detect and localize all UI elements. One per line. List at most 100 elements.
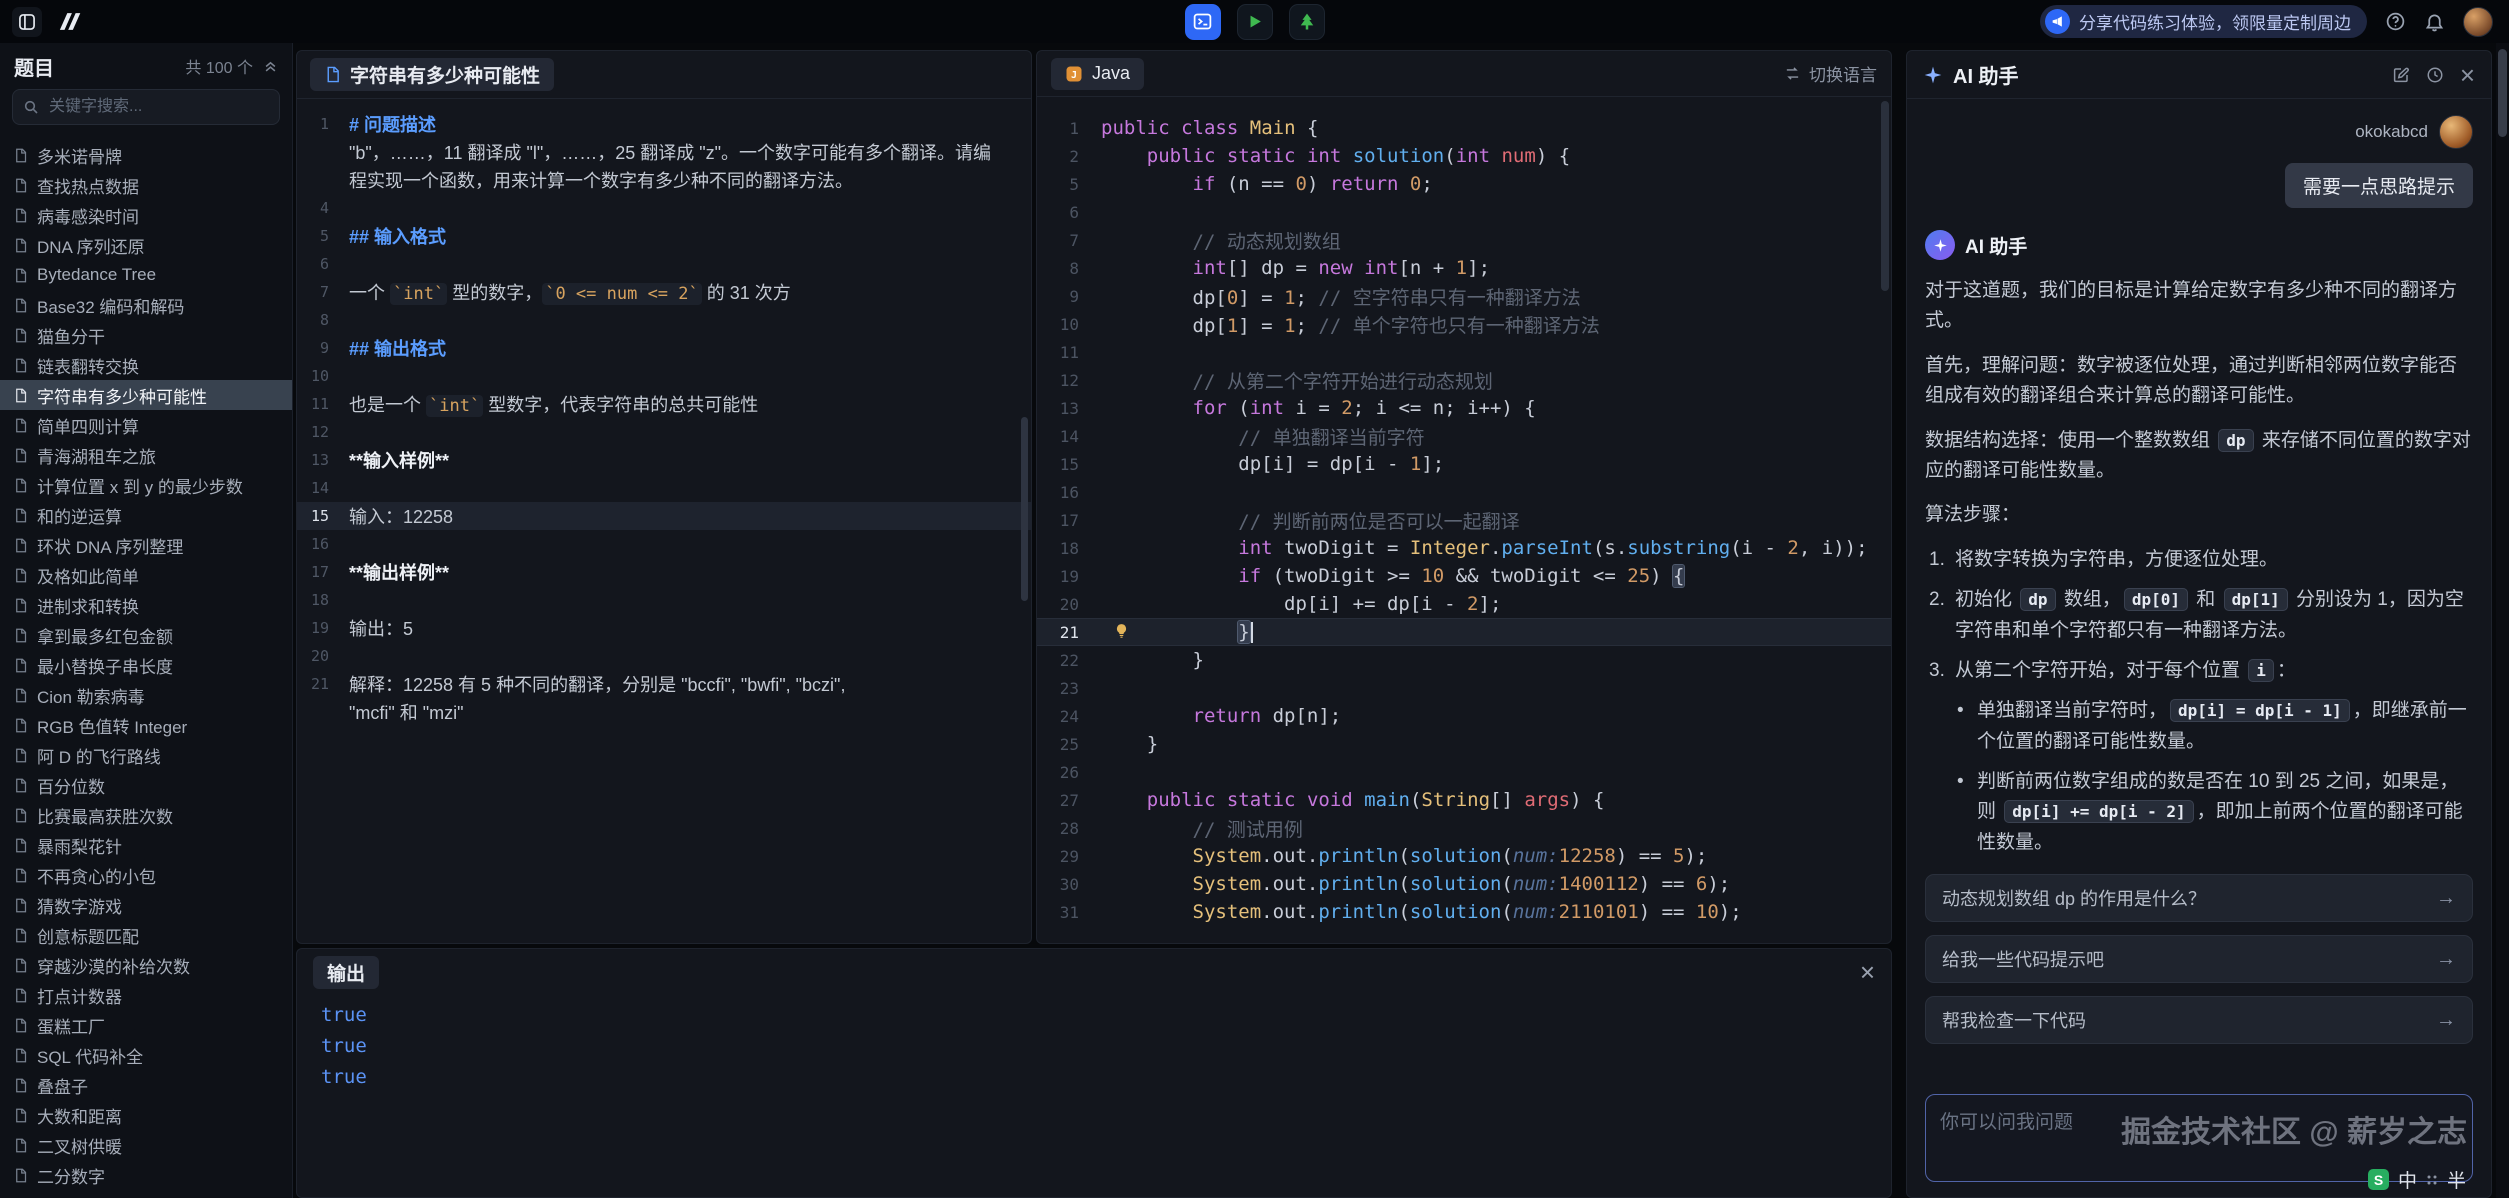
ime-dots-icon <box>2426 1174 2438 1186</box>
sidebar-item[interactable]: 字符串有多少种可能性 <box>0 380 292 410</box>
inline-code: dp[i] += dp[i - 2] <box>2004 800 2193 823</box>
terminal-run-icon[interactable] <box>1185 4 1221 40</box>
sidebar-item-label: 猜数字游戏 <box>37 893 122 918</box>
new-chat-icon[interactable] <box>2392 66 2410 84</box>
sidebar-item-label: 叠盘子 <box>37 1073 88 1098</box>
search-input[interactable] <box>47 97 269 117</box>
line-number: 20 <box>297 647 349 665</box>
play-icon[interactable] <box>1237 4 1273 40</box>
line-number: 7 <box>1037 231 1101 250</box>
bell-icon[interactable] <box>2424 11 2445 32</box>
sidebar-item[interactable]: 二分数字 <box>0 1160 292 1190</box>
user-avatar[interactable] <box>2463 7 2493 37</box>
lightbulb-icon[interactable] <box>1113 622 1130 639</box>
page-scrollbar-thumb[interactable] <box>2498 49 2507 137</box>
announcement-pill[interactable]: 分享代码练习体验，领限量定制周边 <box>2040 5 2367 38</box>
doc-icon <box>13 478 28 493</box>
sidebar-item[interactable]: 最小替换子串长度 <box>0 650 292 680</box>
sidebar-item[interactable]: 打点计数器 <box>0 980 292 1010</box>
editor-scrollbar[interactable] <box>1881 101 1889 291</box>
sidebar-item[interactable]: 和的逆运算 <box>0 500 292 530</box>
sidebar-item[interactable]: 查找热点数据 <box>0 170 292 200</box>
sidebar-item[interactable]: 计算位置 x 到 y 的最少步数 <box>0 470 292 500</box>
sidebar-item-label: 进制求和转换 <box>37 593 139 618</box>
sidebar-item[interactable]: DNA 序列还原 <box>0 230 292 260</box>
line-number: 15 <box>297 507 349 525</box>
app-root: 分享代码练习体验，领限量定制周边 题目 共 100 个 <box>0 0 2509 1198</box>
code-editor[interactable]: 1public class Main {2 public static int … <box>1037 98 1891 943</box>
sidebar-item[interactable]: 进制求和转换 <box>0 590 292 620</box>
sidebar-item[interactable]: 简单四则计算 <box>0 410 292 440</box>
sidebar-item[interactable]: 猫鱼分干 <box>0 320 292 350</box>
code-line: 16 <box>1037 478 1891 506</box>
sidebar-item[interactable]: 青海湖租车之旅 <box>0 440 292 470</box>
search-box[interactable] <box>12 89 280 125</box>
markdown-text: "mcfi" 和 "mzi" <box>349 699 464 725</box>
line-number: 12 <box>1037 371 1101 390</box>
sidebar-item[interactable]: 猜数字游戏 <box>0 890 292 920</box>
sidebar-item[interactable]: 二叉树供暖 <box>0 1130 292 1160</box>
close-icon[interactable]: × <box>2460 62 2475 88</box>
panel-toggle-icon[interactable] <box>12 7 42 37</box>
problem-markdown-editor[interactable]: 1# 问题描述"b"，……，11 翻译成 "l"，……，25 翻译成 "z"。一… <box>297 100 1031 943</box>
code-text: int twoDigit = Integer.parseInt(s.substr… <box>1101 537 1868 559</box>
line-number: 10 <box>297 367 349 385</box>
collapse-icon[interactable] <box>263 59 278 74</box>
ime-indicator[interactable]: S 中 半 <box>2368 1166 2466 1193</box>
history-icon[interactable] <box>2426 66 2444 84</box>
output-panel: 输出 × truetruetrue <box>296 948 1892 1198</box>
submit-tree-icon[interactable] <box>1289 4 1325 40</box>
sidebar-item[interactable]: 环状 DNA 序列整理 <box>0 530 292 560</box>
switch-language-button[interactable]: 切换语言 <box>1784 61 1877 86</box>
line-number: 1 <box>1037 119 1101 138</box>
sidebar-item[interactable]: Bytedance Tree <box>0 260 292 290</box>
close-icon[interactable]: × <box>1860 959 1875 985</box>
code-line: 17 // 判断前两位是否可以一起翻译 <box>1037 506 1891 534</box>
inline-code: dp[0] <box>2124 588 2188 611</box>
sidebar-item[interactable]: RGB 色值转 Integer <box>0 710 292 740</box>
sidebar-item[interactable]: 穿越沙漠的补给次数 <box>0 950 292 980</box>
help-icon[interactable] <box>2385 11 2406 32</box>
sidebar-item[interactable]: 多米诺骨牌 <box>0 140 292 170</box>
doc-icon <box>13 1108 28 1123</box>
code-line: 29 System.out.println(solution(num:12258… <box>1037 842 1891 870</box>
line-number: 16 <box>1037 483 1101 502</box>
ai-suggestion-button[interactable]: 帮我检查一下代码→ <box>1925 996 2473 1044</box>
sidebar-item[interactable]: 百分位数 <box>0 770 292 800</box>
suggestion-label: 动态规划数组 dp 的作用是什么？ <box>1942 885 2206 911</box>
sidebar-item[interactable]: 病毒感染时间 <box>0 200 292 230</box>
sidebar-item[interactable]: 蛋糕工厂 <box>0 1010 292 1040</box>
sidebar-item[interactable]: 拿到最多红包金额 <box>0 620 292 650</box>
code-text: // 判断前两位是否可以一起翻译 <box>1101 507 1520 534</box>
problem-title-tab[interactable]: 字符串有多少种可能性 <box>310 58 554 91</box>
output-line: true <box>321 1030 1867 1061</box>
output-tab[interactable]: 输出 <box>313 956 379 989</box>
doc-icon <box>13 1168 28 1183</box>
ai-user-avatar[interactable] <box>2439 115 2473 149</box>
suggestion-label: 给我一些代码提示吧 <box>1942 946 2104 972</box>
inline-code: dp[i] = dp[i - 1] <box>2170 699 2350 722</box>
problem-scrollbar[interactable] <box>1021 417 1028 601</box>
sidebar-item[interactable]: 不再贪心的小包 <box>0 860 292 890</box>
sidebar-item[interactable]: 暴雨梨花针 <box>0 830 292 860</box>
sidebar-item[interactable]: 及格如此简单 <box>0 560 292 590</box>
line-number: 13 <box>1037 399 1101 418</box>
brand-logo-icon[interactable] <box>56 7 86 37</box>
sidebar-item[interactable]: 叠盘子 <box>0 1070 292 1100</box>
sidebar-item[interactable]: Cion 勒索病毒 <box>0 680 292 710</box>
inline-code: dp[1] <box>2224 588 2288 611</box>
doc-icon <box>13 418 28 433</box>
sidebar-item[interactable]: 创意标题匹配 <box>0 920 292 950</box>
text-cursor <box>1251 622 1253 643</box>
sidebar-item[interactable]: 大数和距离 <box>0 1100 292 1130</box>
language-tab[interactable]: J Java <box>1051 58 1144 90</box>
sidebar-item[interactable]: Base32 编码和解码 <box>0 290 292 320</box>
problem-list: 多米诺骨牌查找热点数据病毒感染时间DNA 序列还原Bytedance TreeB… <box>0 140 292 1198</box>
ai-suggestion-button[interactable]: 动态规划数组 dp 的作用是什么？→ <box>1925 874 2473 922</box>
sidebar-item[interactable]: SQL 代码补全 <box>0 1040 292 1070</box>
sidebar-item[interactable]: 链表翻转交换 <box>0 350 292 380</box>
sidebar-item[interactable]: 比赛最高获胜次数 <box>0 800 292 830</box>
sidebar-item[interactable]: 阿 D 的飞行路线 <box>0 740 292 770</box>
ai-suggestion-button[interactable]: 给我一些代码提示吧→ <box>1925 935 2473 983</box>
code-line: 28 // 测试用例 <box>1037 814 1891 842</box>
